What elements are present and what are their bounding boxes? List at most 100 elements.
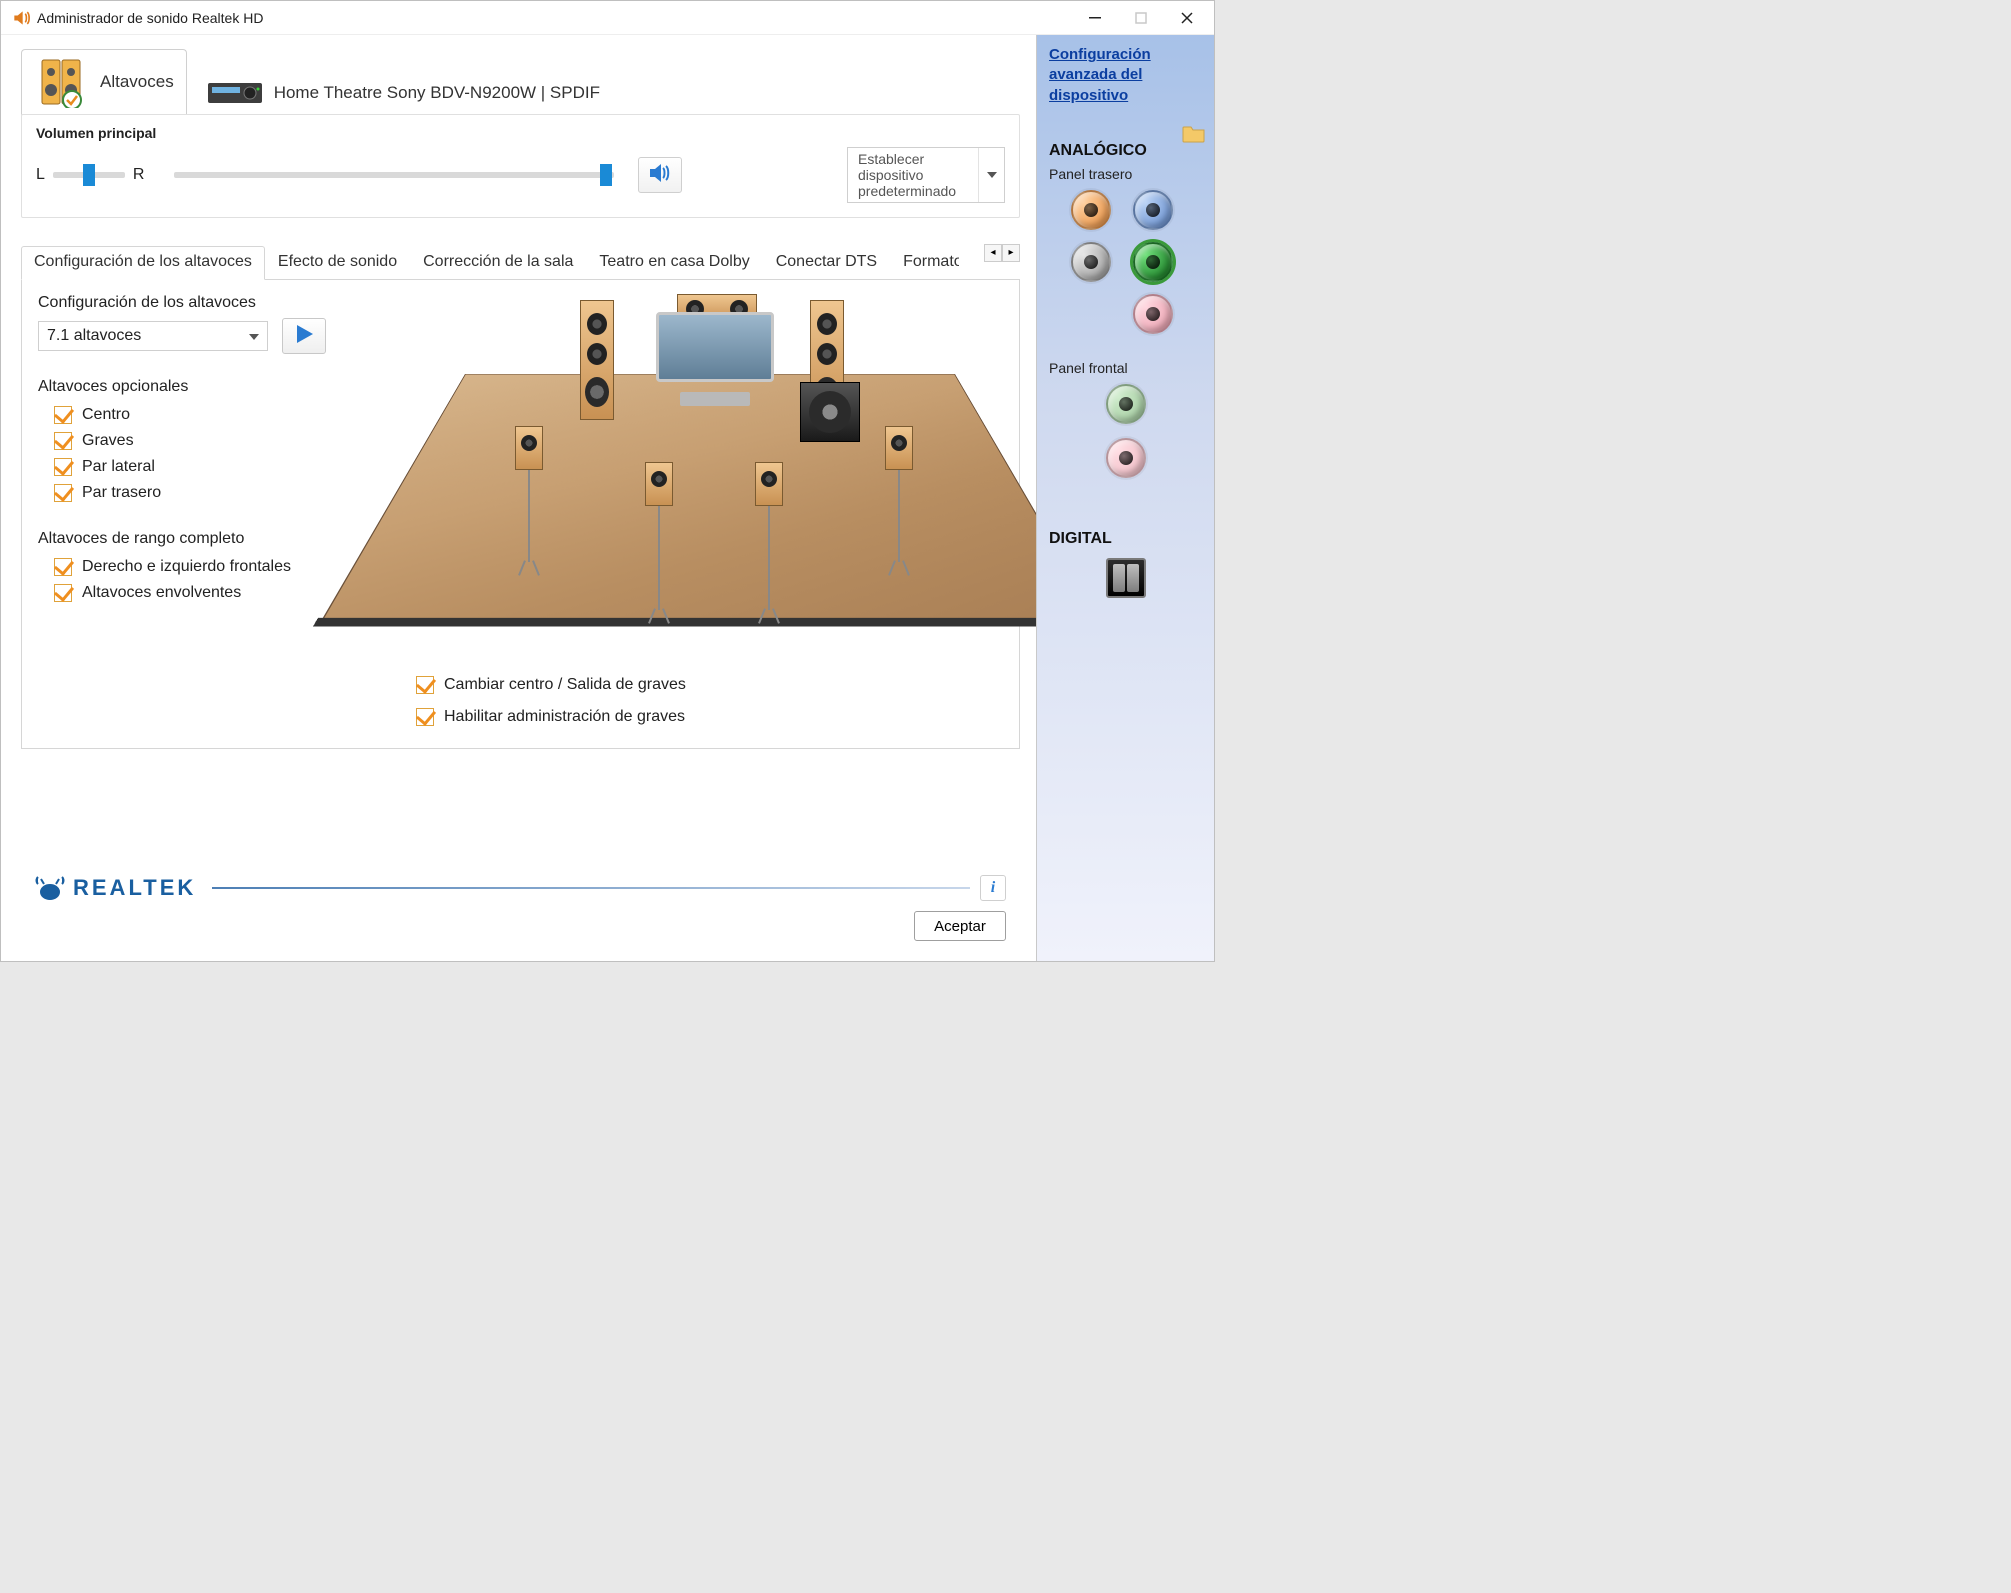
check-bass[interactable]: Graves <box>38 428 398 454</box>
balance-right-label: R <box>133 166 145 184</box>
folder-icon[interactable] <box>1182 123 1206 143</box>
volume-slider[interactable] <box>174 172 614 178</box>
maximize-button[interactable] <box>1118 2 1164 34</box>
tab-format[interactable]: Formato <box>890 246 960 279</box>
right-panel: Configuración avanzada del dispositivo A… <box>1036 35 1214 961</box>
speaker-config-select[interactable]: 7.1 altavoces <box>38 321 268 351</box>
stand-icon <box>768 506 770 610</box>
jack-green-active[interactable] <box>1133 242 1173 282</box>
app-window: Administrador de sonido Realtek HD Altav… <box>0 0 1215 962</box>
main-volume-section: Volumen principal L R Establecer dispos <box>21 114 1020 218</box>
brand-text: REALTEK <box>73 875 196 901</box>
tripod-icon <box>515 560 543 574</box>
stand-icon <box>528 470 530 562</box>
stand-icon <box>658 506 660 610</box>
check-bass-mgmt[interactable]: Habilitar administración de graves <box>416 704 686 730</box>
brand-logo: REALTEK <box>35 875 196 901</box>
front-jacks <box>1049 384 1202 478</box>
main-volume-label: Volumen principal <box>36 125 1005 141</box>
room-illustration[interactable] <box>455 294 965 654</box>
tripod-icon <box>645 608 673 622</box>
jack-grey[interactable] <box>1071 242 1111 282</box>
speaker-config-panel: Configuración de los altavoces 7.1 altav… <box>21 280 1020 749</box>
sound-icon <box>648 163 672 188</box>
front-left-tower-icon[interactable] <box>580 300 614 420</box>
side-left-speaker-icon[interactable] <box>515 426 543 470</box>
tab-scroll-buttons: ◂ ▸ <box>984 244 1020 262</box>
fullrange-title: Altavoces de rango completo <box>38 530 398 548</box>
jack-front-green[interactable] <box>1106 384 1146 424</box>
device-tab-speakers-label: Altavoces <box>100 72 174 92</box>
side-right-speaker-icon[interactable] <box>885 426 913 470</box>
tab-dolby[interactable]: Teatro en casa Dolby <box>586 246 762 279</box>
check-bass-label: Graves <box>82 432 134 450</box>
default-device-dropdown[interactable]: Establecer dispositivo predeterminado <box>847 147 1005 203</box>
rear-right-speaker-icon[interactable] <box>755 462 783 506</box>
play-icon <box>293 323 315 350</box>
subwoofer-icon[interactable] <box>800 382 860 442</box>
brand-divider <box>212 887 970 889</box>
jack-front-pink[interactable] <box>1106 438 1146 478</box>
volume-control <box>174 172 614 178</box>
jack-orange[interactable] <box>1071 190 1111 230</box>
default-device-label: Establecer dispositivo predeterminado <box>848 148 978 202</box>
digital-heading: DIGITAL <box>1049 530 1202 548</box>
close-button[interactable] <box>1164 2 1210 34</box>
balance-slider[interactable] <box>53 172 125 178</box>
device-tab-hometheatre[interactable]: Home Theatre Sony BDV-N9200W | SPDIF <box>193 70 613 115</box>
speaker-config-title: Configuración de los altavoces <box>38 294 398 312</box>
minimize-button[interactable] <box>1072 2 1118 34</box>
jack-pink[interactable] <box>1133 294 1173 334</box>
chevron-down-icon <box>978 148 1004 202</box>
check-center-label: Centro <box>82 406 130 424</box>
optional-speakers-title: Altavoces opcionales <box>38 378 398 396</box>
check-swap-center[interactable]: Cambiar centro / Salida de graves <box>416 672 686 698</box>
info-button[interactable]: i <box>980 875 1006 901</box>
tripod-icon <box>885 560 913 574</box>
room-illustration-column: Cambiar centro / Salida de graves Habili… <box>416 294 1003 730</box>
rear-panel-label: Panel trasero <box>1049 166 1202 182</box>
rear-left-speaker-icon[interactable] <box>645 462 673 506</box>
device-tab-speakers[interactable]: Altavoces <box>21 49 187 115</box>
check-rear[interactable]: Par trasero <box>38 480 398 506</box>
check-swap-center-label: Cambiar centro / Salida de graves <box>444 676 686 694</box>
checkbox-icon <box>416 708 434 726</box>
tab-speaker-config[interactable]: Configuración de los altavoces <box>21 246 265 280</box>
tab-room-correction[interactable]: Corrección de la sala <box>410 246 586 279</box>
checkbox-icon <box>416 676 434 694</box>
test-play-button[interactable] <box>282 318 326 354</box>
check-side[interactable]: Par lateral <box>38 454 398 480</box>
check-front-lr[interactable]: Derecho e izquierdo frontales <box>38 554 398 580</box>
check-bass-mgmt-label: Habilitar administración de graves <box>444 708 685 726</box>
check-rear-label: Par trasero <box>82 484 161 502</box>
balance-slider-thumb[interactable] <box>83 164 95 186</box>
settings-tabs-wrap: ◂ ▸ Configuración de los altavoces Efect… <box>21 246 1020 749</box>
check-center[interactable]: Centro <box>38 402 398 428</box>
checkbox-icon <box>54 458 72 476</box>
balance-left-label: L <box>36 166 45 184</box>
speakers-icon <box>34 56 90 108</box>
rear-jacks <box>1049 190 1202 334</box>
digital-jack[interactable] <box>1106 558 1146 598</box>
av-receiver-icon <box>206 77 264 109</box>
device-tab-hometheatre-label: Home Theatre Sony BDV-N9200W | SPDIF <box>274 83 600 103</box>
tv-icon <box>650 306 780 406</box>
mute-button[interactable] <box>638 157 682 193</box>
device-tabs: Altavoces Home Theatre Sony BDV-N9200W |… <box>21 45 1020 115</box>
check-surround-label: Altavoces envolventes <box>82 584 241 602</box>
advanced-settings-link[interactable]: Configuración avanzada del dispositivo <box>1049 45 1202 106</box>
tripod-icon <box>755 608 783 622</box>
tab-sound-effect[interactable]: Efecto de sonido <box>265 246 410 279</box>
jack-blue[interactable] <box>1133 190 1173 230</box>
checkbox-icon <box>54 432 72 450</box>
volume-slider-thumb[interactable] <box>600 164 612 186</box>
front-panel-label: Panel frontal <box>1049 360 1202 376</box>
realtek-crab-icon <box>35 875 65 901</box>
tab-dts[interactable]: Conectar DTS <box>763 246 890 279</box>
tab-scroll-left[interactable]: ◂ <box>984 244 1002 262</box>
stand-icon <box>898 470 900 562</box>
ok-button[interactable]: Aceptar <box>914 911 1006 941</box>
footer: REALTEK i <box>21 867 1020 911</box>
titlebar: Administrador de sonido Realtek HD <box>1 1 1214 35</box>
tab-scroll-right[interactable]: ▸ <box>1002 244 1020 262</box>
